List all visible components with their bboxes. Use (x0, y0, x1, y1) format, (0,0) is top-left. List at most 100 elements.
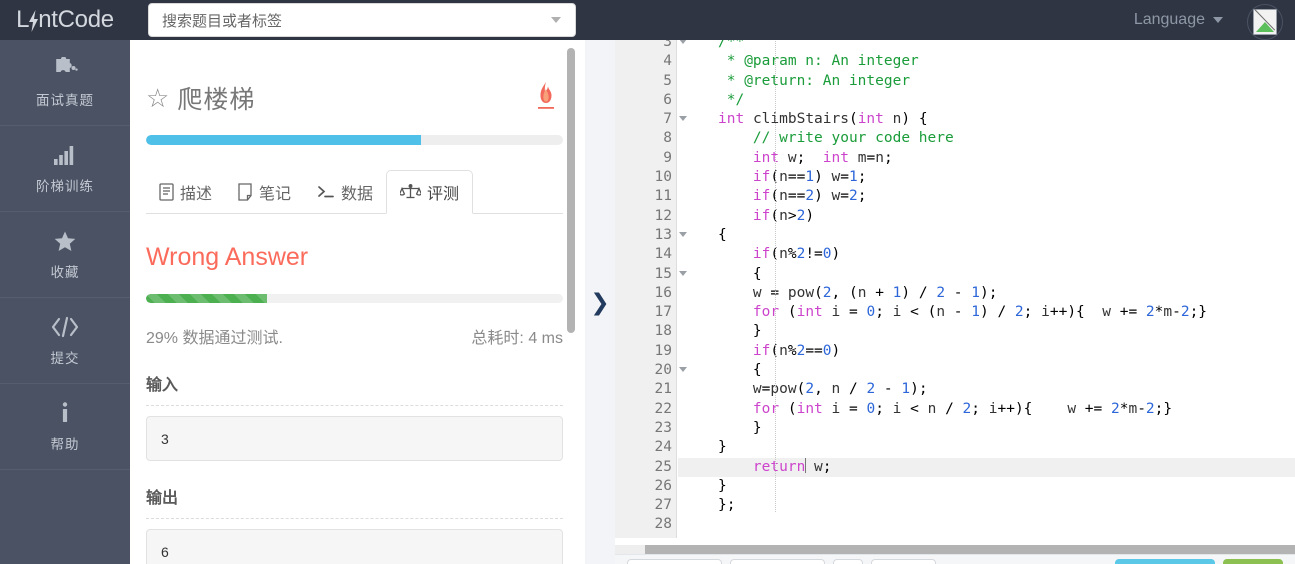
code-line[interactable]: for (int i = 0; i < (n - 1) / 2; i++){ w… (678, 303, 1295, 322)
tab-judge[interactable]: 评测 (386, 170, 474, 214)
info-icon (59, 400, 71, 426)
tab-label: 笔记 (259, 186, 292, 203)
code-line[interactable]: int w; int m=n; (678, 149, 1295, 168)
sidebar-item-ladder[interactable]: 阶梯训练 (0, 126, 130, 212)
code-line[interactable]: if(n==1) w=1; (678, 168, 1295, 187)
search-placeholder: 搜索题目或者标签 (162, 12, 283, 30)
language-dropdown[interactable]: Language (1134, 0, 1227, 40)
broken-image-icon (1253, 9, 1277, 35)
tab-label: 描述 (180, 186, 213, 203)
status-badge: Wrong Answer (146, 243, 309, 271)
problem-progress-fill (146, 135, 422, 145)
line-number: 10 (654, 169, 672, 186)
divider-line (146, 405, 563, 406)
line-number: 18 (654, 323, 672, 340)
submit-button[interactable] (1223, 559, 1283, 564)
output-label: 输出 (146, 490, 179, 507)
search-input[interactable]: 搜索题目或者标签 (148, 3, 576, 37)
code-line[interactable]: if(n%2!=0) (678, 245, 1295, 264)
divider-line (146, 518, 563, 519)
tab-label: 评测 (427, 186, 460, 203)
code-line[interactable]: for (int i = 0; i < n / 2; i++){ w += 2*… (678, 400, 1295, 419)
line-number: 21 (654, 381, 672, 398)
sidebar-item-label: 收藏 (50, 265, 80, 280)
puzzle-icon (52, 56, 78, 82)
problem-progress-bar (146, 135, 563, 145)
line-number: 25 (654, 458, 672, 475)
code-line[interactable]: } (678, 419, 1295, 438)
star-icon (52, 228, 78, 254)
tab-label: 数据 (341, 186, 374, 203)
code-line[interactable]: if(n==2) w=2; (678, 187, 1295, 206)
line-number: 20 (615, 361, 687, 380)
line-number: 5 (663, 72, 672, 89)
page-title: 爬楼梯 (177, 86, 256, 114)
code-line[interactable]: w = pow(2, (n + 1) / 2 - 1); (678, 284, 1295, 303)
panel-scrollbar[interactable] (567, 48, 575, 333)
code-line[interactable]: int climbStairs(int n) { (678, 110, 1295, 129)
code-line[interactable]: /** (678, 40, 1295, 52)
code-line[interactable]: { (678, 226, 1295, 245)
favorite-star-icon[interactable]: ☆ (146, 85, 169, 111)
line-number: 9 (663, 149, 672, 166)
line-number: 17 (654, 304, 672, 321)
panel-divider-handle[interactable]: ❯ (585, 40, 615, 564)
line-number: 7 (615, 110, 687, 129)
code-line[interactable]: return w; (678, 457, 1295, 477)
chevron-down-icon[interactable] (551, 17, 561, 23)
avatar[interactable] (1247, 4, 1283, 40)
code-line[interactable] (678, 515, 1295, 534)
toolbar-button-2[interactable] (730, 559, 825, 564)
line-number: 22 (654, 400, 672, 417)
code-line[interactable]: // write your code here (678, 129, 1295, 148)
code-editor[interactable]: 3 4 5 6 7 8 9 10 11 12 13 14 15 16 17 18 19 20 21 22 23 24 25 2… (615, 40, 1295, 545)
tab-notes[interactable]: 笔记 (225, 170, 304, 214)
scrollbar-thumb[interactable] (645, 545, 1295, 554)
sidebar-item-favorites[interactable]: 收藏 (0, 212, 130, 298)
code-line[interactable]: * @return: An integer (678, 72, 1295, 91)
terminal-icon (317, 184, 335, 200)
sidebar-item-interview[interactable]: 面试真题 (0, 40, 130, 126)
code-line[interactable]: }; (678, 496, 1295, 515)
run-button[interactable] (1115, 559, 1215, 564)
tab-data[interactable]: 数据 (304, 170, 386, 214)
code-line[interactable]: { (678, 361, 1295, 380)
test-progress-bar (146, 294, 563, 303)
code-line[interactable]: } (678, 322, 1295, 341)
sidebar-item-help[interactable]: 帮助 (0, 384, 130, 470)
test-progress-fill (146, 294, 267, 303)
line-number: 27 (654, 497, 672, 514)
document-icon (159, 183, 174, 201)
search-container: 搜索题目或者标签 (148, 3, 576, 37)
code-line[interactable]: if(n>2) (678, 207, 1295, 226)
tab-description[interactable]: 描述 (146, 170, 225, 214)
input-value-box[interactable]: 3 (146, 416, 563, 461)
line-number: 23 (654, 419, 672, 436)
line-number: 28 (654, 516, 672, 533)
language-label: Language (1133, 11, 1205, 28)
code-line[interactable]: * @param n: An integer (678, 52, 1295, 71)
editor-horizontal-scrollbar[interactable] (615, 545, 1295, 554)
code-line[interactable]: { (678, 265, 1295, 284)
code-line[interactable]: if(n%2==0) (678, 342, 1295, 361)
toolbar-button-1[interactable] (627, 559, 722, 564)
code-brackets-icon (50, 314, 80, 340)
line-number: 8 (663, 130, 672, 147)
problem-panel: ☆ 爬楼梯 描述 笔记 数据 评测 Wrong Answer 29% 数据通过测… (130, 40, 585, 564)
line-number-gutter: 3 4 5 6 7 8 9 10 11 12 13 14 15 16 17 18 19 20 21 22 23 24 25 2… (615, 40, 687, 538)
lintcode-logo[interactable]: L ntCode (0, 0, 130, 40)
code-content[interactable]: /** * @param n: An integer * @return: An… (678, 40, 1295, 538)
output-value-box[interactable]: 6 (146, 529, 563, 564)
code-line[interactable]: } (678, 477, 1295, 496)
top-navigation-bar: L ntCode 搜索题目或者标签 Language (0, 0, 1295, 40)
code-line[interactable]: w=pow(2, n / 2 - 1); (678, 380, 1295, 399)
sidebar-item-submissions[interactable]: 提交 (0, 298, 130, 384)
logo-suffix: ntCode (38, 6, 114, 33)
line-number: 12 (654, 207, 672, 224)
input-label: 输入 (146, 377, 179, 394)
toolbar-button-3[interactable] (833, 559, 863, 564)
toolbar-button-4[interactable] (871, 559, 936, 564)
code-line[interactable]: */ (678, 91, 1295, 110)
code-line[interactable]: } (678, 438, 1295, 457)
line-number: 4 (663, 53, 672, 70)
